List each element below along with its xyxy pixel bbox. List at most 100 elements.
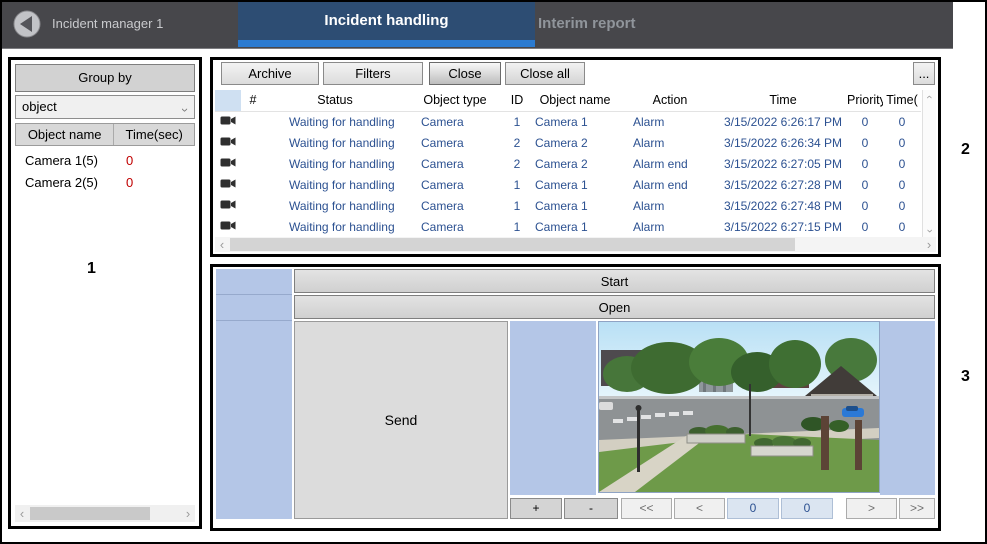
tab-interim-report[interactable]: Interim report	[538, 0, 658, 47]
next-frame-button[interactable]: >	[846, 498, 897, 519]
group-by-header: Group by	[15, 64, 195, 92]
cell-object-name: Camera 1	[535, 178, 588, 192]
scroll-down-icon[interactable]: ›	[924, 225, 936, 238]
archive-button[interactable]: Archive	[221, 62, 319, 85]
column-object-name[interactable]: Object name	[529, 90, 621, 111]
counter-value-1: 0	[727, 498, 779, 519]
cell-time2: 0	[898, 157, 906, 171]
group-panel-horizontal-scrollbar[interactable]: ‹ ›	[15, 505, 195, 522]
incident-row[interactable]: Waiting for handling Camera 1 Camera 1 A…	[215, 175, 921, 196]
incident-table-vertical-scrollbar[interactable]: › ›	[922, 90, 936, 238]
close-button[interactable]: Close	[429, 62, 501, 85]
cell-time: 3/15/2022 6:26:34 PM	[723, 136, 843, 150]
scroll-right-icon[interactable]: ›	[922, 237, 936, 252]
cell-id: 1	[513, 199, 521, 213]
cell-time: 3/15/2022 6:27:48 PM	[723, 199, 843, 213]
cell-time: 3/15/2022 6:27:05 PM	[723, 157, 843, 171]
column-action[interactable]: Action	[621, 90, 719, 111]
app-title: Incident manager 1	[52, 16, 164, 31]
group-object-name: Camera 2(5)	[25, 174, 98, 190]
previous-frame-button[interactable]: <	[674, 498, 725, 519]
cell-time2: 0	[898, 199, 906, 213]
filters-button[interactable]: Filters	[323, 62, 423, 85]
cell-object-name: Camera 1	[535, 220, 588, 234]
send-button[interactable]: Send	[294, 321, 508, 519]
column-time-cut[interactable]: Time(	[883, 90, 921, 111]
incident-row[interactable]: Waiting for handling Camera 1 Camera 1 A…	[215, 112, 921, 133]
cell-priority: 0	[861, 136, 869, 150]
group-by-dropdown[interactable]: object ›	[15, 95, 195, 119]
scroll-right-icon[interactable]: ›	[181, 505, 195, 522]
camera-video-frame[interactable]	[598, 321, 880, 493]
incident-row[interactable]: Waiting for handling Camera 1 Camera 1 A…	[215, 196, 921, 217]
spacer-blue-cell	[510, 321, 596, 495]
title-bar: Incident manager 1 Incident handling Int…	[0, 0, 953, 49]
tab-incident-handling[interactable]: Incident handling	[238, 0, 535, 40]
scrollbar-thumb[interactable]	[230, 238, 795, 251]
cell-object-type: Camera	[421, 178, 464, 192]
column-priority[interactable]: Priority	[847, 90, 883, 111]
cell-status: Waiting for handling	[289, 178, 395, 192]
chevron-down-icon: ›	[177, 107, 193, 113]
group-row[interactable]: Camera 2(5) 0	[15, 171, 195, 193]
cell-time2: 0	[898, 220, 906, 234]
cell-action: Alarm	[633, 199, 665, 213]
cell-time2: 0	[898, 178, 906, 192]
cell-object-name: Camera 2	[535, 157, 588, 171]
cell-status: Waiting for handling	[289, 115, 395, 129]
cell-object-type: Camera	[421, 157, 464, 171]
incident-table-horizontal-scrollbar[interactable]: ‹ ›	[215, 237, 936, 252]
column-object-name[interactable]: Object name	[16, 124, 113, 145]
first-frame-button[interactable]: <<	[621, 498, 672, 519]
close-all-button[interactable]: Close all	[505, 62, 585, 85]
column-number[interactable]: #	[241, 90, 265, 111]
cell-status: Waiting for handling	[289, 157, 395, 171]
cell-id: 1	[513, 220, 521, 234]
group-table-body: Camera 1(5) 0 Camera 2(5) 0	[15, 149, 195, 193]
camera-icon	[215, 175, 241, 196]
row-divider	[216, 320, 292, 321]
cell-priority: 0	[861, 115, 869, 129]
group-table-header: Object name Time(sec)	[15, 123, 195, 146]
cell-id: 1	[513, 178, 521, 192]
more-options-button[interactable]: ...	[913, 62, 935, 85]
cell-time2: 0	[898, 115, 906, 129]
scrollbar-thumb[interactable]	[30, 507, 150, 520]
incident-row[interactable]: Waiting for handling Camera 2 Camera 2 A…	[215, 133, 921, 154]
zoom-out-button[interactable]: -	[564, 498, 618, 519]
start-button[interactable]: Start	[294, 269, 935, 293]
group-time-value: 0	[126, 174, 134, 190]
send-button-label: Send	[384, 412, 418, 428]
scroll-left-icon[interactable]: ‹	[15, 505, 29, 522]
active-tab-underline	[238, 40, 535, 47]
group-by-selected-value: object	[22, 99, 57, 114]
group-object-name: Camera 1(5)	[25, 152, 98, 168]
cell-time: 3/15/2022 6:27:15 PM	[723, 220, 843, 234]
incident-row[interactable]: Waiting for handling Camera 2 Camera 2 A…	[215, 154, 921, 175]
side-blue-column	[216, 269, 292, 519]
incident-row[interactable]: Waiting for handling Camera 1 Camera 1 A…	[215, 217, 921, 238]
open-button[interactable]: Open	[294, 295, 935, 319]
column-status[interactable]: Status	[265, 90, 405, 111]
cell-action: Alarm end	[633, 157, 688, 171]
annotation-3: 3	[961, 368, 970, 385]
cell-priority: 0	[861, 220, 869, 234]
column-object-type[interactable]: Object type	[405, 90, 505, 111]
scroll-left-icon[interactable]: ‹	[215, 237, 229, 252]
zoom-in-button[interactable]: +	[510, 498, 562, 519]
incident-table: # Status Object type ID Object name Acti…	[215, 90, 921, 238]
group-time-value: 0	[126, 152, 134, 168]
cell-id: 2	[513, 157, 521, 171]
column-id[interactable]: ID	[505, 90, 529, 111]
cell-object-name: Camera 1	[535, 115, 588, 129]
incident-list-panel: Archive Filters Close Close all ... # St…	[210, 57, 941, 257]
scroll-up-icon[interactable]: ›	[924, 91, 936, 104]
last-frame-button[interactable]: >>	[899, 498, 935, 519]
cell-priority: 0	[861, 178, 869, 192]
column-time[interactable]: Time	[719, 90, 847, 111]
camera-icon	[215, 217, 241, 238]
group-row[interactable]: Camera 1(5) 0	[15, 149, 195, 171]
column-time-sec[interactable]: Time(sec)	[113, 124, 194, 145]
column-icon[interactable]	[215, 90, 241, 111]
cell-action: Alarm	[633, 115, 665, 129]
